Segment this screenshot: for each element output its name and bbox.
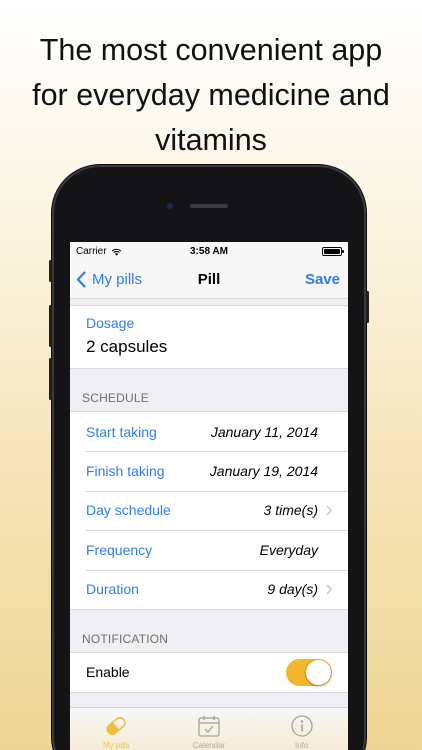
dosage-group: Dosage 2 capsules [70,305,348,369]
calendar-icon [198,716,220,737]
finish-taking-label: Finish taking [86,463,165,480]
status-time: 3:58 AM [190,246,228,257]
finish-taking-value: January 19, 2014 [209,463,318,480]
chevron-left-icon [76,271,86,288]
start-taking-label: Start taking [86,423,157,440]
enable-label: Enable [86,664,130,681]
duration-label: Duration [86,581,139,598]
start-taking-row[interactable]: Start taking January 11, 2014 [70,412,348,451]
day-schedule-value: 3 time(s) [263,502,318,519]
enable-row: Enable [70,653,348,692]
status-bar: Carrier 3:58 AM [70,242,348,261]
chevron-right-icon [326,584,332,595]
battery-icon [322,247,344,256]
schedule-group: Start taking January 11, 2014 Finish tak… [70,411,348,610]
tab-calendar[interactable]: Calendar [163,708,256,750]
dosage-label: Dosage [86,315,135,331]
dosage-cell[interactable]: Dosage 2 capsules [70,306,348,368]
frequency-row[interactable]: Frequency Everyday [70,530,348,569]
phone-frame: Carrier 3:58 AM My pills Pill Save Dosag… [49,165,369,750]
chevron-right-icon [326,505,332,516]
mute-switch [49,260,52,282]
duration-value: 9 day(s) [267,581,318,598]
info-icon [291,715,313,737]
tab-my-pills[interactable]: My pills [70,708,163,750]
tab-label: My pills [103,741,130,750]
app-screen: Carrier 3:58 AM My pills Pill Save Dosag… [70,242,348,750]
day-schedule-row[interactable]: Day schedule 3 time(s) [70,490,348,530]
pill-icon [106,717,126,735]
headline-line-1: The most convenient app [39,33,383,67]
front-camera [167,203,173,209]
volume-down-button [49,358,52,400]
tab-bar: My pills Calendar Info [70,707,348,750]
earpiece-speaker [190,204,228,208]
frequency-value: Everyday [259,541,318,558]
schedule-section-header: SCHEDULE [82,391,149,405]
volume-up-button [49,305,52,347]
headline-line-3: vitamins [155,123,267,157]
notification-section-header: NOTIFICATION [82,631,169,646]
start-taking-value: January 11, 2014 [210,423,318,440]
headline-line-2: for everyday medicine and [32,78,390,112]
tab-label: Info [295,741,309,750]
back-button[interactable]: My pills [76,271,142,288]
marketing-headline: The most convenient app for everyday med… [0,28,422,163]
tab-label: Calendar [192,741,226,750]
save-button[interactable]: Save [305,271,340,288]
duration-row[interactable]: Duration 9 day(s) [70,569,348,609]
dosage-value: 2 capsules [86,337,168,356]
enable-toggle[interactable] [286,658,332,686]
back-label: My pills [92,271,143,288]
day-schedule-label: Day schedule [86,502,171,519]
navigation-bar: My pills Pill Save [70,261,348,299]
frequency-label: Frequency [86,541,153,558]
tab-info[interactable]: Info [255,708,348,750]
toggle-knob [306,659,331,685]
finish-taking-row[interactable]: Finish taking January 19, 2014 [70,451,348,490]
power-button [366,291,369,323]
notification-group: Enable [70,651,348,693]
